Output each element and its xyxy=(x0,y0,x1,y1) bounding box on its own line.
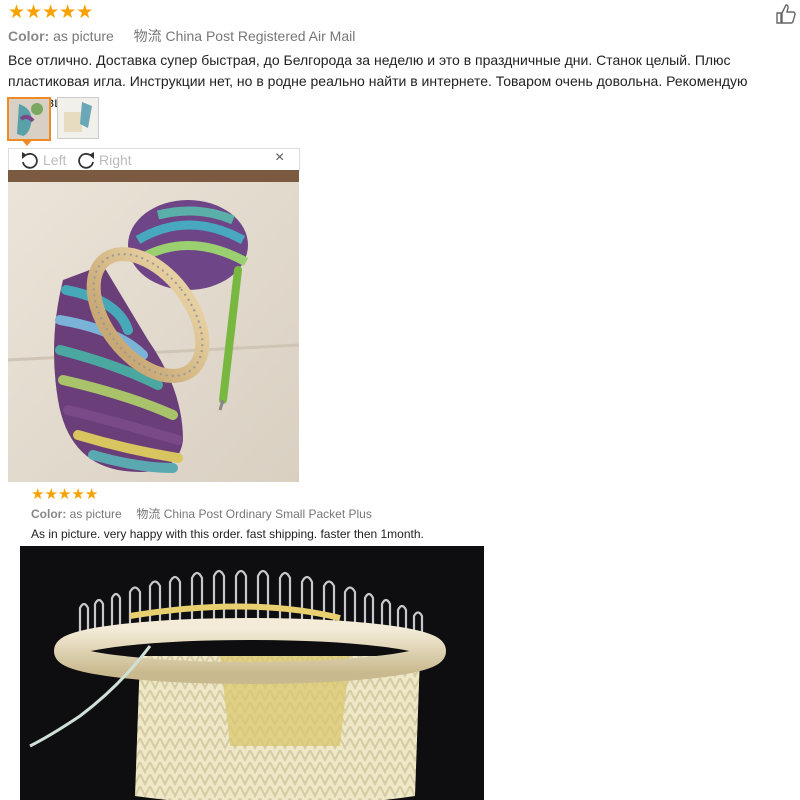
review1-photo xyxy=(8,170,299,482)
star-icon: ★ xyxy=(59,2,77,23)
rotate-left-label: Left xyxy=(43,152,67,168)
color-value: as picture xyxy=(53,28,114,44)
star-icon: ★ xyxy=(57,486,72,503)
review1-meta: Color: as picture 物流 China Post Register… xyxy=(8,26,355,46)
color-label: Color: xyxy=(8,28,50,44)
rotate-right-label: Right xyxy=(99,152,132,168)
review2-meta: Color: as picture 物流 China Post Ordinary… xyxy=(31,505,372,522)
image-viewer-toolbar: Left Right × xyxy=(8,148,300,172)
thumbnail-pointer-icon xyxy=(21,139,33,146)
review2-text: As in picture. very happy with this orde… xyxy=(31,527,424,541)
close-icon: × xyxy=(275,149,285,166)
star-icon: ★ xyxy=(84,486,99,503)
shipping-label: 物流 xyxy=(136,507,161,521)
star-icon: ★ xyxy=(42,2,60,23)
star-icon: ★ xyxy=(71,486,85,503)
shipping-value: China Post Ordinary Small Packet Plus xyxy=(163,507,372,521)
star-icon: ★ xyxy=(76,2,94,23)
color-value: as picture xyxy=(69,507,122,521)
rotate-left-button[interactable]: Left xyxy=(19,150,66,170)
close-button[interactable]: × xyxy=(275,149,284,167)
rotate-left-icon xyxy=(22,152,38,169)
rotate-right-button[interactable]: Right xyxy=(75,150,132,170)
star-icon: ★ xyxy=(44,486,58,503)
review1-rating: ★★★★★ xyxy=(8,3,93,23)
star-icon: ★ xyxy=(8,2,26,23)
review1-thumbnail-1[interactable] xyxy=(7,97,51,141)
shipping-value: China Post Registered Air Mail xyxy=(165,28,356,44)
rotate-right-icon xyxy=(78,152,94,169)
thumbs-up-icon xyxy=(776,4,796,24)
review1-text: Все отлично. Доставка супер быстрая, до … xyxy=(8,52,748,110)
color-label: Color: xyxy=(31,507,67,521)
shipping-label: 物流 xyxy=(133,28,162,44)
like-button[interactable] xyxy=(774,2,798,26)
review1-thumbnail-2[interactable] xyxy=(57,97,99,139)
star-icon: ★ xyxy=(31,486,45,503)
review2-photo xyxy=(20,546,484,800)
star-icon: ★ xyxy=(25,2,43,23)
review2-rating: ★★★★★ xyxy=(31,486,98,504)
